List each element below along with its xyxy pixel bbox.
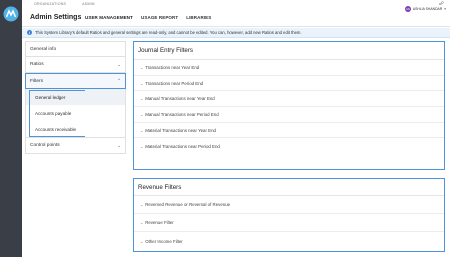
filter-row[interactable]: ⌄ Manual Transactions near Year End	[134, 91, 444, 108]
logo-icon[interactable]	[3, 6, 19, 22]
chevron-down-icon: ⌄	[140, 112, 144, 117]
sidebar-item-general-info[interactable]: General info	[25, 41, 126, 57]
left-rail	[0, 0, 22, 257]
chevron-down-icon: ⌄	[140, 65, 144, 70]
revenue-filters-panel: Revenue Filters ⌄ Reversed Revenue or Rev…	[133, 178, 445, 252]
filter-label: Transactions near Period End	[145, 80, 204, 86]
filters-submenu: General ledger Accounts payable Accounts…	[25, 89, 126, 138]
nav-libraries[interactable]: LIBRARIES	[186, 15, 211, 20]
sidebar-item-ratios[interactable]: Ratios ⌄	[25, 57, 126, 73]
filter-label: Material Transactions near Period End	[145, 143, 220, 149]
filter-row[interactable]: ⌄ Other Income Filter	[134, 232, 444, 250]
tab-admin[interactable]: ADMIN	[82, 2, 95, 6]
sidebar-item-label: Control points	[30, 143, 60, 148]
chevron-down-icon: ⌄	[140, 128, 144, 133]
chevron-down-icon: ⌄	[140, 97, 144, 102]
filter-row[interactable]: ⌄ Revenue Filter	[134, 214, 444, 232]
sidebar-item-filters[interactable]: Filters ⌃	[25, 73, 126, 89]
chevron-up-icon: ⌃	[117, 78, 121, 83]
sidebar-item-accounts-receivable[interactable]: Accounts receivable	[26, 121, 125, 137]
chevron-down-icon: ⌄	[140, 221, 144, 225]
main-nav: USER MANAGEMENT USAGE REPORT LIBRARIES	[85, 15, 211, 20]
chevron-down-icon: ⌄	[140, 203, 144, 207]
user-name: ASHLIA SHANDAR	[412, 7, 443, 11]
chevron-down-icon: ⌄	[140, 81, 144, 86]
sidebar-item-label: Ratios	[30, 62, 44, 67]
sidebar-item-label: General info	[30, 46, 57, 52]
filter-row[interactable]: ⌄ Transactions near Period End	[134, 76, 444, 92]
chevron-down-icon: ⌄	[117, 61, 121, 67]
chevron-down-icon: ⌄	[140, 239, 144, 244]
nav-user-management[interactable]: USER MANAGEMENT	[85, 15, 133, 20]
filter-label: Manual Transactions near Year End	[145, 96, 215, 102]
filter-label: Other Income Filter	[145, 238, 183, 244]
sidebar-item-control-points[interactable]: Control points ⌄	[25, 138, 126, 154]
filter-label: Transactions near Year End	[145, 64, 200, 70]
top-bar: ORGANIZATIONS ADMIN Admin Settings USER …	[22, 0, 450, 27]
sidebar-item-label: Filters	[30, 78, 44, 84]
chevron-down-icon: ⌄	[117, 142, 121, 148]
page-title: Admin Settings	[30, 14, 82, 21]
filter-label: Revenue Filter	[145, 220, 174, 225]
sidebar-item-accounts-payable[interactable]: Accounts payable	[26, 105, 125, 121]
settings-side-menu: General info Ratios ⌄ Filters ⌃ General …	[25, 41, 126, 154]
info-icon: i	[27, 30, 32, 35]
chevron-down-icon: ⌄	[140, 144, 144, 149]
panel-title: Journal Entry Filters	[134, 42, 444, 60]
sidebar-item-general-ledger[interactable]: General ledger	[26, 89, 125, 105]
avatar: AS	[404, 6, 411, 12]
filter-label: Manual Transactions near Period End	[145, 111, 219, 117]
filter-label: Material Transactions near Year End	[145, 127, 216, 133]
filter-row[interactable]: ⌄ Reversed Revenue or Reversal of Revenue	[134, 196, 444, 214]
top-tabs: ORGANIZATIONS ADMIN	[34, 2, 95, 6]
filter-row[interactable]: ⌄ Material Transactions near Year End	[134, 123, 444, 139]
filter-row[interactable]: ⌄ Material Transactions near Period End	[134, 138, 444, 154]
filter-row[interactable]: ⌄ Transactions near Year End	[134, 60, 444, 76]
panel-title: Revenue Filters	[134, 179, 444, 196]
banner-text: This System Library's default Ratios and…	[35, 30, 302, 35]
user-menu[interactable]: AS ASHLIA SHANDAR ▾	[404, 6, 446, 12]
info-banner: i This System Library's default Ratios a…	[22, 28, 450, 38]
nav-usage-report[interactable]: USAGE REPORT	[141, 15, 178, 20]
journal-entry-filters-panel: Journal Entry Filters ⌄ Transactions near…	[133, 41, 445, 170]
filter-label: Reversed Revenue or Reversal of Revenue	[145, 202, 231, 207]
chevron-down-icon: ▾	[444, 7, 446, 11]
tab-organizations[interactable]: ORGANIZATIONS	[34, 2, 66, 6]
filter-row[interactable]: ⌄ Manual Transactions near Period End	[134, 107, 444, 123]
